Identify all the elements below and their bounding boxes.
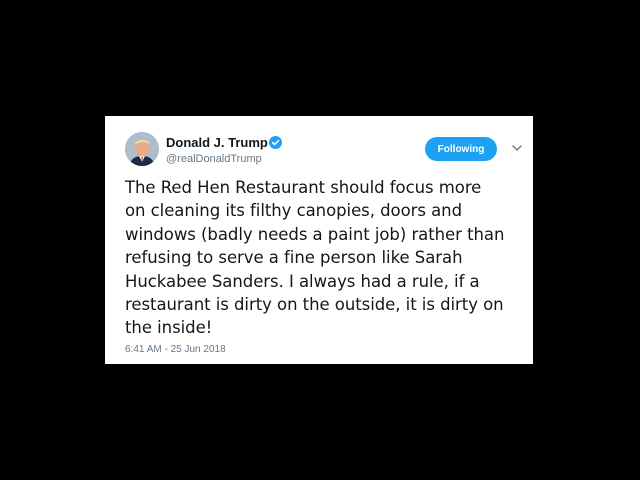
following-button[interactable]: Following: [425, 137, 497, 161]
profile-photo-icon: [125, 132, 159, 166]
chevron-down-icon[interactable]: [512, 144, 522, 152]
tweet-card: Donald J. Trump @realDonaldTrump Followi…: [105, 116, 533, 364]
username-handle[interactable]: @realDonaldTrump: [166, 153, 262, 165]
verified-badge-icon: [269, 136, 282, 149]
avatar[interactable]: [125, 132, 159, 166]
display-name[interactable]: Donald J. Trump: [166, 135, 268, 150]
tweet-text: The Red Hen Restaurant should focus more…: [125, 178, 505, 338]
tweet-timestamp[interactable]: 6:41 AM - 25 Jun 2018: [125, 344, 226, 355]
